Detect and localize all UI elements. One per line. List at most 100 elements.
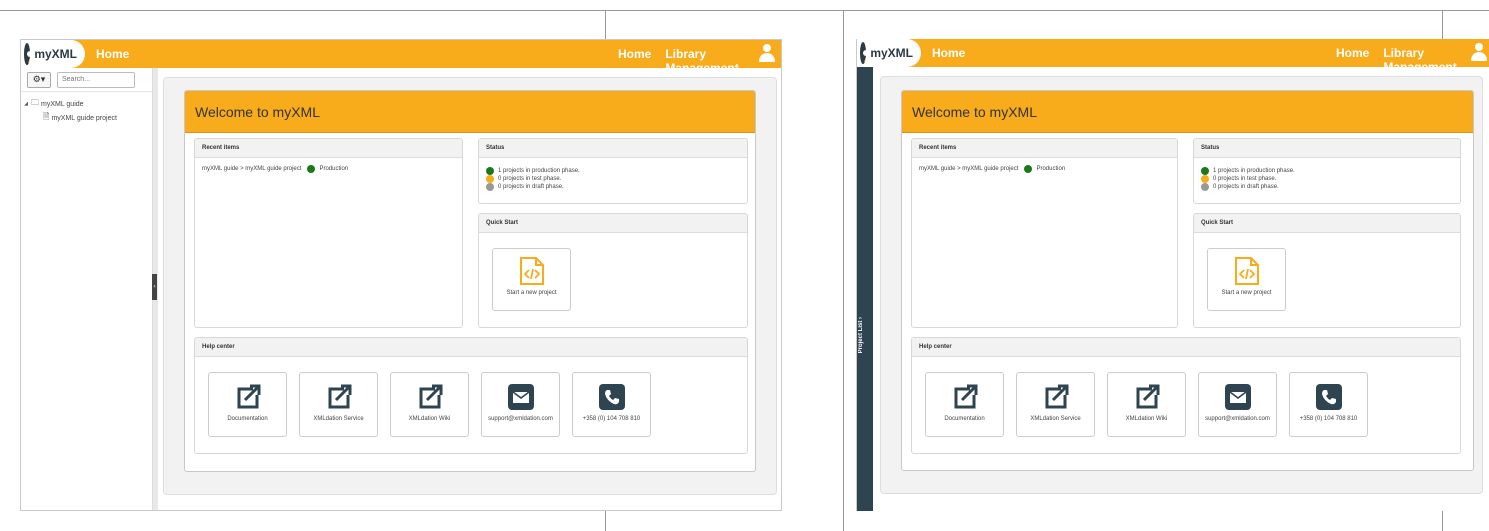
status-row-test: 0 projects in test phase. bbox=[1201, 175, 1453, 183]
xmldation-wiki-tile[interactable]: XMLdation Wiki bbox=[1107, 372, 1186, 437]
external-link-icon bbox=[237, 384, 260, 409]
logo-text: myXML bbox=[34, 47, 77, 61]
welcome-title: Welcome to myXML bbox=[912, 103, 1037, 120]
quick-start-card: Quick Start Start a new project bbox=[478, 213, 748, 328]
file-icon: 🗎 bbox=[43, 112, 50, 121]
frame-divider bbox=[843, 10, 844, 531]
phone-tile[interactable]: +358 (0) 104 708 810 bbox=[572, 372, 651, 437]
frame-line-left-1 bbox=[605, 10, 606, 39]
help-center-title: Help center bbox=[195, 338, 747, 357]
quick-start-title: Quick Start bbox=[479, 214, 747, 233]
user-icon[interactable] bbox=[759, 44, 775, 63]
external-link-icon bbox=[328, 384, 351, 409]
envelope-icon bbox=[1224, 384, 1251, 410]
user-icon[interactable] bbox=[1471, 43, 1487, 62]
production-dot-icon bbox=[1201, 167, 1209, 175]
quick-start-card: Quick Start Start a new project bbox=[1193, 213, 1461, 328]
recent-item[interactable]: myXML guide > myXML guide project Produc… bbox=[202, 165, 455, 173]
xmldation-service-tile[interactable]: XMLdation Service bbox=[299, 372, 378, 437]
help-center-card: Help center Documentation XMLdation Serv… bbox=[194, 337, 748, 454]
code-file-icon bbox=[1234, 257, 1259, 285]
logo-mark-icon bbox=[860, 42, 867, 64]
recent-items-card: Recent items myXML guide > myXML guide p… bbox=[911, 138, 1178, 328]
status-card: Status 1 projects in production phase. 0… bbox=[1193, 138, 1461, 204]
nav-home[interactable]: Home bbox=[618, 47, 651, 75]
documentation-tile[interactable]: Documentation bbox=[925, 372, 1004, 437]
top-nav: Home Library Management bbox=[1336, 46, 1489, 74]
recent-item[interactable]: myXML guide > myXML guide project Produc… bbox=[919, 165, 1170, 173]
tree-folder-label: myXML guide bbox=[41, 100, 84, 108]
welcome-title: Welcome to myXML bbox=[195, 103, 320, 120]
main-panel: Welcome to myXML Recent items myXML guid… bbox=[163, 77, 777, 495]
project-list-rail[interactable]: Project List › bbox=[857, 67, 873, 511]
welcome-panel: Welcome to myXML Recent items myXML guid… bbox=[184, 90, 756, 472]
top-nav: Home Library Management bbox=[618, 47, 781, 75]
xmldation-service-tile[interactable]: XMLdation Service bbox=[1016, 372, 1095, 437]
status-row-test: 0 projects in test phase. bbox=[486, 175, 740, 183]
status-row-production: 1 projects in production phase. bbox=[1201, 167, 1453, 175]
help-center-card: Help center Documentation XMLdation Serv… bbox=[911, 337, 1461, 454]
welcome-panel: Welcome to myXML Recent items myXML guid… bbox=[901, 90, 1474, 471]
logo[interactable]: myXML bbox=[857, 39, 921, 67]
envelope-icon bbox=[507, 384, 534, 410]
phone-icon bbox=[598, 384, 625, 410]
top-bar: myXML Home Home Library Management bbox=[857, 39, 1489, 74]
support-email-tile[interactable]: support@xmldation.com bbox=[1198, 372, 1277, 437]
status-title: Status bbox=[1194, 139, 1460, 158]
tree-folder[interactable]: ◢ 🗀 myXML guide bbox=[21, 97, 152, 111]
start-new-project-tile[interactable]: Start a new project bbox=[1207, 248, 1286, 311]
status-row-draft: 0 projects in draft phase. bbox=[486, 183, 740, 191]
external-link-icon bbox=[1045, 384, 1068, 409]
external-link-icon bbox=[419, 384, 442, 409]
page-title: Home bbox=[96, 47, 130, 61]
status-card: Status 1 projects in production phase. 0… bbox=[478, 138, 748, 204]
recent-items-title: Recent items bbox=[912, 139, 1177, 158]
project-sidebar: ⚙▾ ◢ 🗀 myXML guide 🗎 myXML guide project bbox=[21, 68, 153, 510]
search-input[interactable] bbox=[57, 71, 135, 88]
tree-project[interactable]: 🗎 myXML guide project bbox=[21, 111, 152, 125]
draft-dot-icon bbox=[1201, 183, 1209, 191]
top-bar: myXML Home Home Library Management bbox=[21, 40, 781, 75]
phone-tile[interactable]: +358 (0) 104 708 810 bbox=[1289, 372, 1368, 437]
status-title: Status bbox=[479, 139, 747, 158]
nav-home[interactable]: Home bbox=[1336, 46, 1369, 74]
frame-line-right-1 bbox=[1442, 10, 1443, 39]
support-email-tile[interactable]: support@xmldation.com bbox=[481, 372, 560, 437]
project-tree: ◢ 🗀 myXML guide 🗎 myXML guide project bbox=[21, 92, 152, 125]
start-new-project-label: Start a new project bbox=[1221, 290, 1272, 296]
screenshot-sidebar-collapsed: myXML Home Home Library Management Proje… bbox=[856, 39, 1489, 511]
start-new-project-tile[interactable]: Start a new project bbox=[492, 248, 571, 311]
documentation-tile[interactable]: Documentation bbox=[208, 372, 287, 437]
folder-icon: 🗀 bbox=[31, 98, 39, 107]
test-dot-icon bbox=[1201, 175, 1209, 183]
external-link-icon bbox=[954, 384, 977, 409]
tree-project-label: myXML guide project bbox=[51, 114, 117, 122]
recent-item-status: Production bbox=[319, 166, 349, 172]
logo-text: myXML bbox=[870, 46, 913, 60]
logo[interactable]: myXML bbox=[21, 40, 85, 68]
external-link-icon bbox=[1136, 384, 1159, 409]
screenshot-sidebar-open: myXML Home Home Library Management ⚙▾ ◢ … bbox=[20, 39, 782, 511]
start-new-project-label: Start a new project bbox=[506, 290, 557, 296]
recent-item-path[interactable]: myXML guide > myXML guide project bbox=[919, 166, 1018, 172]
frame-line-left-2 bbox=[605, 511, 606, 531]
production-dot-icon bbox=[486, 167, 494, 175]
quick-start-title: Quick Start bbox=[1194, 214, 1460, 233]
phone-icon bbox=[1315, 384, 1342, 410]
project-list-label[interactable]: Project List › bbox=[858, 317, 872, 353]
recent-items-title: Recent items bbox=[195, 139, 462, 158]
draft-dot-icon bbox=[486, 183, 494, 191]
gear-dropdown-button[interactable]: ⚙▾ bbox=[27, 71, 51, 88]
xmldation-wiki-tile[interactable]: XMLdation Wiki bbox=[390, 372, 469, 437]
production-status-icon bbox=[1024, 165, 1033, 173]
status-row-production: 1 projects in production phase. bbox=[486, 167, 740, 175]
page-title: Home bbox=[932, 46, 966, 60]
recent-item-path[interactable]: myXML guide > myXML guide project bbox=[202, 166, 301, 172]
test-dot-icon bbox=[486, 175, 494, 183]
expand-arrow-icon[interactable]: ◢ bbox=[21, 101, 31, 107]
frame-line-top bbox=[0, 10, 1489, 11]
welcome-header: Welcome to myXML bbox=[902, 91, 1473, 133]
collapse-sidebar-icon[interactable]: ‹ bbox=[152, 274, 157, 300]
sidebar-toolbar: ⚙▾ bbox=[21, 68, 152, 92]
main-panel: Welcome to myXML Recent items myXML guid… bbox=[880, 76, 1483, 494]
